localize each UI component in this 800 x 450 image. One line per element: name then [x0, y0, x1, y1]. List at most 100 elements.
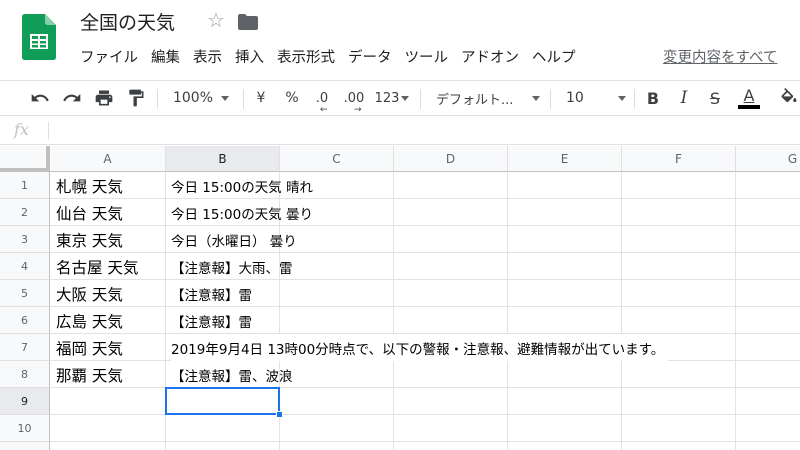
- grid-cell[interactable]: [508, 361, 622, 388]
- print-button[interactable]: [92, 81, 116, 115]
- column-header-a[interactable]: A: [50, 146, 166, 172]
- grid-cell[interactable]: [394, 280, 508, 307]
- increase-decimal-button[interactable]: .00 →: [340, 81, 368, 116]
- currency-format-button[interactable]: ¥: [252, 81, 270, 115]
- row-header-3[interactable]: 3: [0, 226, 50, 253]
- menu-format[interactable]: 表示形式: [277, 46, 335, 67]
- grid-cell[interactable]: [736, 280, 800, 307]
- grid-cell[interactable]: [622, 253, 736, 280]
- grid-cell[interactable]: [394, 442, 508, 450]
- more-formats-button[interactable]: 123: [374, 81, 410, 115]
- row-header-2[interactable]: 2: [0, 199, 50, 226]
- grid-cell[interactable]: [508, 307, 622, 334]
- grid-cell[interactable]: [736, 199, 800, 226]
- grid-cell[interactable]: [736, 226, 800, 253]
- bold-button[interactable]: B: [644, 81, 662, 115]
- grid-cell[interactable]: [508, 226, 622, 253]
- cell-a4[interactable]: 名古屋 天気: [56, 253, 138, 280]
- grid-cell[interactable]: [622, 199, 736, 226]
- folder-icon[interactable]: [238, 14, 258, 30]
- grid-cell[interactable]: [736, 442, 800, 450]
- decrease-decimal-button[interactable]: .0 ←: [310, 81, 334, 116]
- grid-cell[interactable]: [280, 442, 394, 450]
- row-header-9[interactable]: 9: [0, 388, 50, 415]
- cell-b2[interactable]: 今日 15:00の天気 曇り: [171, 199, 313, 226]
- grid-cell[interactable]: [280, 253, 394, 280]
- grid-cell[interactable]: [50, 415, 166, 442]
- menu-data[interactable]: データ: [348, 46, 392, 67]
- font-family-select[interactable]: デフォルト...: [436, 81, 540, 115]
- italic-button[interactable]: I: [675, 81, 693, 115]
- font-size-select[interactable]: 10: [566, 81, 626, 115]
- grid-cell[interactable]: [280, 226, 394, 253]
- grid-cell[interactable]: [50, 442, 166, 450]
- grid-cell[interactable]: [394, 226, 508, 253]
- grid-cell[interactable]: [622, 226, 736, 253]
- grid-cell[interactable]: [622, 361, 736, 388]
- grid-cell[interactable]: [736, 361, 800, 388]
- grid-cell[interactable]: [508, 415, 622, 442]
- cell-b8[interactable]: 【注意報】雷、波浪: [171, 361, 293, 388]
- cell-a3[interactable]: 東京 天気: [56, 226, 123, 253]
- cell-b6[interactable]: 【注意報】雷: [171, 307, 252, 334]
- zoom-select[interactable]: 100%: [168, 81, 234, 115]
- grid-cell[interactable]: [50, 388, 166, 415]
- grid-cell[interactable]: [736, 307, 800, 334]
- grid-cell[interactable]: [280, 280, 394, 307]
- formula-input[interactable]: [56, 116, 796, 144]
- cell-a5[interactable]: 大阪 天気: [56, 280, 123, 307]
- grid-cell[interactable]: [280, 361, 394, 388]
- row-header-1[interactable]: 1: [0, 172, 50, 199]
- grid-cell[interactable]: [622, 415, 736, 442]
- menu-tools[interactable]: ツール: [405, 46, 449, 67]
- row-header-5[interactable]: 5: [0, 280, 50, 307]
- menu-insert[interactable]: 挿入: [235, 46, 264, 67]
- grid-cell[interactable]: [622, 442, 736, 450]
- active-cell-selection[interactable]: [165, 387, 280, 415]
- row-header-7[interactable]: 7: [0, 334, 50, 361]
- menu-file[interactable]: ファイル: [80, 46, 138, 67]
- last-edit-link[interactable]: 変更内容をすべて: [663, 46, 777, 67]
- cell-b4[interactable]: 【注意報】大雨、雷: [171, 253, 293, 280]
- grid-cell[interactable]: [736, 388, 800, 415]
- select-all-corner[interactable]: [0, 146, 50, 172]
- redo-button[interactable]: [60, 81, 84, 115]
- grid-cell[interactable]: [736, 334, 800, 361]
- grid-cell[interactable]: [622, 172, 736, 199]
- row-header-10[interactable]: 10: [0, 415, 50, 442]
- grid-cell[interactable]: [280, 307, 394, 334]
- grid-cell[interactable]: [394, 253, 508, 280]
- grid-cell[interactable]: [622, 307, 736, 334]
- grid-cell[interactable]: [394, 388, 508, 415]
- fill-color-button[interactable]: [779, 81, 799, 115]
- menu-help[interactable]: ヘルプ: [532, 46, 576, 67]
- cell-b7[interactable]: 2019年9月4日 13時00分時点で、以下の警報・注意報、避難情報が出ています…: [171, 334, 669, 361]
- grid-cell[interactable]: [394, 361, 508, 388]
- grid-cell[interactable]: [508, 388, 622, 415]
- grid-cell[interactable]: [622, 388, 736, 415]
- grid-cell[interactable]: [622, 280, 736, 307]
- grid-cell[interactable]: [508, 442, 622, 450]
- text-color-button[interactable]: A: [737, 81, 761, 115]
- grid-cell[interactable]: [736, 253, 800, 280]
- cell-a1[interactable]: 札幌 天気: [56, 172, 123, 199]
- column-header-c[interactable]: C: [280, 146, 394, 172]
- menu-addons[interactable]: アドオン: [461, 46, 519, 67]
- fill-handle[interactable]: [276, 411, 283, 418]
- star-icon[interactable]: ☆: [207, 10, 225, 30]
- cell-a7[interactable]: 福岡 天気: [56, 334, 123, 361]
- row-header-8[interactable]: 8: [0, 361, 50, 388]
- menu-view[interactable]: 表示: [193, 46, 222, 67]
- menu-edit[interactable]: 編集: [151, 46, 180, 67]
- grid-cell[interactable]: [508, 199, 622, 226]
- spreadsheet-grid[interactable]: A B C D E F G 1 2 3 4 5 6 7 8 9 10 11 札幌…: [0, 146, 800, 450]
- cell-a2[interactable]: 仙台 天気: [56, 199, 123, 226]
- column-header-d[interactable]: D: [394, 146, 508, 172]
- row-header-11[interactable]: 11: [0, 442, 50, 450]
- grid-cell[interactable]: [394, 307, 508, 334]
- column-header-g[interactable]: G: [736, 146, 800, 172]
- grid-cell[interactable]: [508, 253, 622, 280]
- grid-cell[interactable]: [736, 172, 800, 199]
- document-title[interactable]: 全国の天気: [80, 8, 175, 35]
- cell-b5[interactable]: 【注意報】雷: [171, 280, 252, 307]
